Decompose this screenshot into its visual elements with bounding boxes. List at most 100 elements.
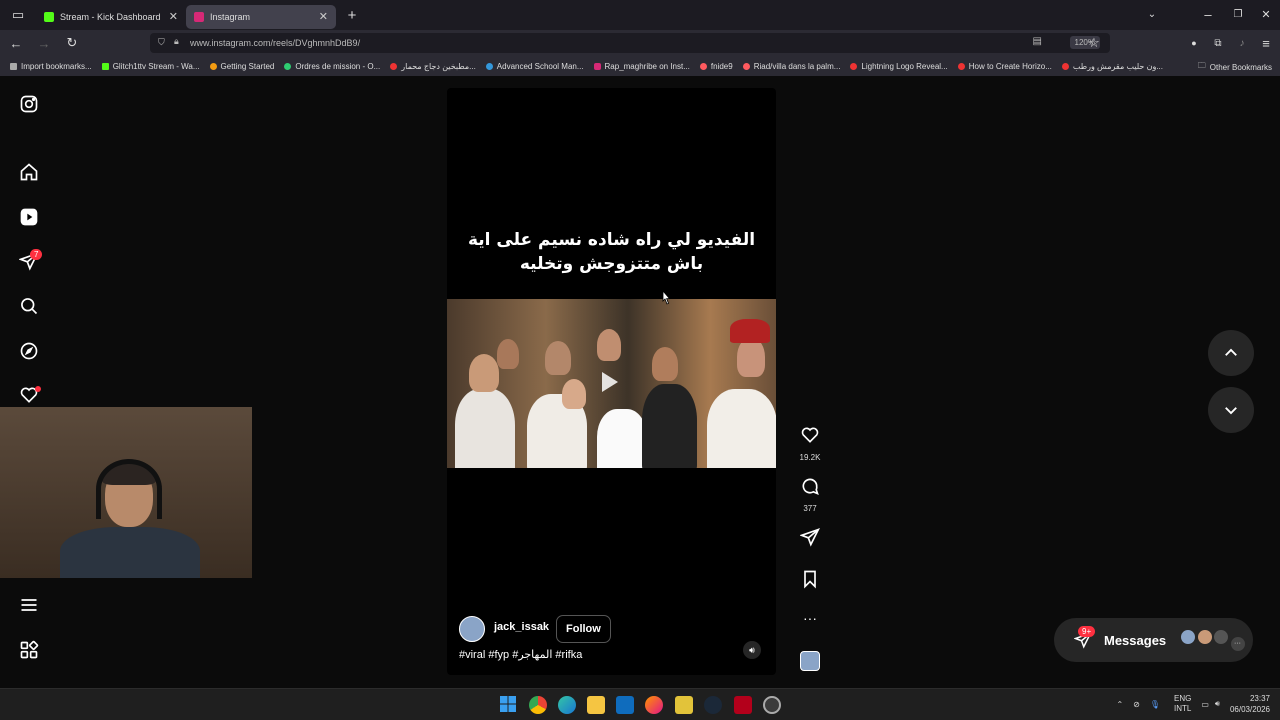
folder-icon: 🗀︎ xyxy=(1197,61,1206,70)
bookmark-icon[interactable] xyxy=(800,569,820,589)
message-avatars: ··· xyxy=(1180,628,1246,652)
bookmark-item[interactable]: How to Create Horizo... xyxy=(957,62,1052,71)
edge-icon[interactable] xyxy=(558,696,576,714)
extensions-icon[interactable]: ⧉ xyxy=(1206,33,1230,53)
reader-view-icon[interactable]: ▤ xyxy=(1033,36,1042,47)
bookmark-star-icon[interactable]: ☆ xyxy=(1082,33,1106,53)
bookmark-item[interactable]: Import bookmarks... xyxy=(10,62,92,71)
file-explorer-icon[interactable] xyxy=(587,696,605,714)
bookmark-item[interactable]: Rap_maghribe on Inst... xyxy=(593,62,690,71)
avatar xyxy=(1180,628,1197,645)
windows-start-icon[interactable] xyxy=(500,696,518,714)
share-icon[interactable] xyxy=(799,527,820,547)
audio-thumbnail[interactable] xyxy=(800,651,820,671)
instagram-logo-icon[interactable] xyxy=(17,92,41,116)
avatar xyxy=(1196,628,1213,645)
obs-icon[interactable] xyxy=(763,696,781,714)
play-icon[interactable] xyxy=(602,372,618,392)
other-bookmarks-folder[interactable]: 🗀︎ Other Bookmarks xyxy=(1198,60,1272,74)
bookmark-item[interactable]: Advanced School Man... xyxy=(485,62,584,71)
heart-icon[interactable] xyxy=(800,425,820,445)
messages-button[interactable]: 9+ Messages ··· xyxy=(1054,618,1253,662)
outlook-icon[interactable] xyxy=(616,696,634,714)
bookmark-item[interactable]: Riad/villa dans la palm... xyxy=(742,62,840,71)
chevron-up-icon xyxy=(1225,348,1237,356)
tab-title: Instagram xyxy=(210,11,251,22)
more-options-icon[interactable]: ··· xyxy=(796,610,824,626)
author-avatar[interactable] xyxy=(459,616,485,642)
reel-hashtags[interactable]: #viral #fyp #المهاجر #rifka xyxy=(459,648,582,661)
more-avatars-icon: ··· xyxy=(1229,635,1246,652)
maximize-button[interactable]: ❐ xyxy=(1226,4,1250,24)
avatar xyxy=(1213,628,1230,645)
like-count: 19.2K xyxy=(799,453,821,462)
network-icon[interactable]: ⊘ xyxy=(1133,700,1140,709)
account-icon[interactable]: ● xyxy=(1182,33,1206,53)
instagram-sidebar: 7 xyxy=(0,76,58,688)
explore-compass-icon[interactable] xyxy=(17,339,41,363)
reel-caption: الفيديو لي راه شاده نسيم على اية باش متت… xyxy=(467,230,756,274)
tab-list-chevron-icon[interactable]: ⌄ xyxy=(1140,4,1164,24)
chevron-down-icon xyxy=(1225,407,1237,415)
nav-bar: ← → ↻ ⛉ 🔒︎ www.instagram.com/reels/DVghm… xyxy=(0,30,1280,56)
menu-icon[interactable]: ≡ xyxy=(1254,33,1278,53)
next-reel-button[interactable] xyxy=(1208,387,1254,433)
lock-icon: 🔒︎ xyxy=(174,36,179,46)
tab-overview-icon[interactable]: ▭ xyxy=(6,5,30,25)
tab-title: Stream - Kick Dashboard xyxy=(60,11,161,22)
tab-instagram[interactable]: Instagram ✕ xyxy=(186,4,336,29)
chevron-up-icon[interactable]: ⌃ xyxy=(1116,700,1123,709)
like-action[interactable]: 19.2K xyxy=(796,425,824,462)
close-icon[interactable]: ✕ xyxy=(169,10,178,23)
bookmark-item[interactable]: ون حليب مقرمش ورطب... xyxy=(1061,62,1163,71)
bookmark-item[interactable]: Getting Started xyxy=(209,62,274,71)
windows-taskbar: ⌃ ⊘ 🎙︎ ENG INTL ▭ 🔊︎ 23:37 06/03/2026 xyxy=(0,688,1280,720)
video-frame[interactable] xyxy=(447,299,776,468)
comment-icon[interactable] xyxy=(800,476,820,496)
bookmark-item[interactable]: fnide9 xyxy=(699,62,733,71)
mute-toggle-icon[interactable]: 🔊︎ xyxy=(743,641,761,659)
shield-icon: ⛉ xyxy=(158,37,165,47)
reels-icon[interactable] xyxy=(17,205,41,229)
home-icon[interactable] xyxy=(17,160,41,184)
minimize-button[interactable]: – xyxy=(1196,4,1220,24)
apps-grid-icon[interactable] xyxy=(17,638,41,662)
audio-icon[interactable]: ♪ xyxy=(1230,33,1254,53)
more-menu-icon[interactable] xyxy=(17,593,41,617)
url-text: www.instagram.com/reels/DVghmnhDdB9/ xyxy=(190,38,361,48)
activity-dot xyxy=(35,386,41,392)
save-action[interactable] xyxy=(796,569,824,594)
close-window-button[interactable]: ✕ xyxy=(1254,4,1278,24)
steam-icon[interactable] xyxy=(704,696,722,714)
volume-icon[interactable]: 🔊︎ xyxy=(1215,699,1220,709)
microphone-icon[interactable]: 🎙︎ xyxy=(1150,700,1160,709)
adobe-app-icon[interactable] xyxy=(734,696,752,714)
reload-button[interactable]: ↻ xyxy=(60,33,84,53)
author-username[interactable]: jack_issak xyxy=(494,621,549,633)
new-tab-button[interactable]: + xyxy=(340,5,364,25)
reel-video[interactable]: الفيديو لي راه شاده نسيم على اية باش متت… xyxy=(447,88,776,675)
clock[interactable]: 23:37 06/03/2026 xyxy=(1230,693,1270,715)
tab-kick-dashboard[interactable]: Stream - Kick Dashboard ✕ xyxy=(36,5,186,29)
kick-icon xyxy=(44,11,54,22)
bookmark-item[interactable]: Lightning Logo Reveal... xyxy=(850,62,948,71)
firefox-icon[interactable] xyxy=(645,696,663,714)
close-icon[interactable]: ✕ xyxy=(319,10,328,23)
bookmark-item[interactable]: Ordres de mission - O... xyxy=(284,62,380,71)
url-bar[interactable]: ⛉ 🔒︎ www.instagram.com/reels/DVghmnhDdB9… xyxy=(150,33,1110,53)
forward-button[interactable]: → xyxy=(32,33,56,53)
share-action[interactable] xyxy=(796,527,824,552)
follow-button[interactable]: Follow xyxy=(556,615,611,643)
bookmark-item[interactable]: مطبخين دجاج محمار... xyxy=(390,62,476,71)
back-button[interactable]: ← xyxy=(4,33,28,53)
display-icon[interactable]: ▭ xyxy=(1201,700,1209,709)
tab-bar: ▭ Stream - Kick Dashboard ✕ Instagram ✕ … xyxy=(0,0,1280,30)
search-icon[interactable] xyxy=(17,294,41,318)
notes-app-icon[interactable] xyxy=(675,696,693,714)
bookmark-item[interactable]: Glitch1ttv Stream - Wa... xyxy=(101,62,200,71)
messages-label: Messages xyxy=(1104,632,1167,648)
language-indicator[interactable]: ENG INTL xyxy=(1174,694,1191,714)
previous-reel-button[interactable] xyxy=(1208,330,1254,376)
comment-action[interactable]: 377 xyxy=(796,476,824,513)
chrome-icon[interactable] xyxy=(529,696,547,714)
